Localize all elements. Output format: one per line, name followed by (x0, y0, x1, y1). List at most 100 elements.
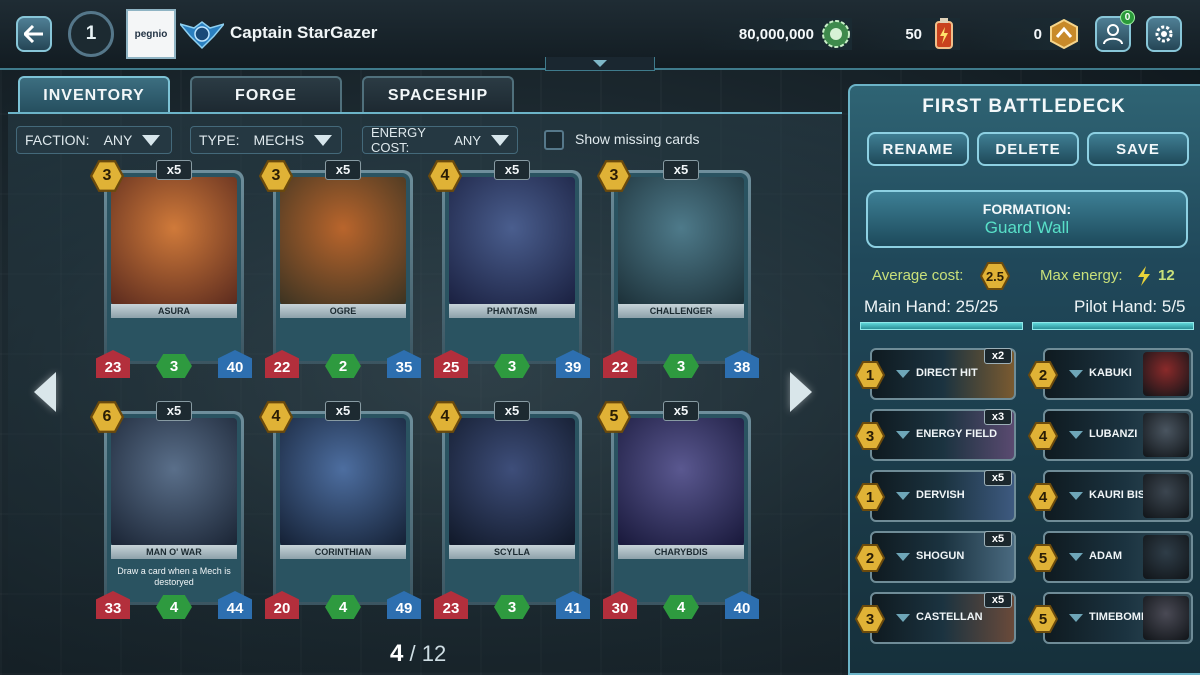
pilot-card-cost: 4 (1038, 427, 1048, 445)
pilot-deck-card[interactable]: KAURI BISHOP (1043, 470, 1193, 522)
card-frame: ASURA (104, 170, 244, 364)
main-deck-card[interactable]: CASTELLAN x5 (870, 592, 1016, 644)
main-deck-card[interactable]: ENERGY FIELD x3 (870, 409, 1016, 461)
chevron-down-icon (1069, 492, 1083, 500)
inventory-card[interactable]: PHANTASM 4 x5 25 3 39 (427, 160, 590, 382)
formation-button[interactable]: FORMATION: Guard Wall (866, 190, 1188, 248)
card-defense: 3 (494, 354, 530, 378)
main-hand-count: Main Hand: 25/25 (864, 297, 999, 316)
arrow-right-icon (790, 372, 812, 412)
back-button[interactable] (16, 16, 52, 52)
previous-page-button[interactable] (30, 370, 60, 414)
pilot-card-cost-badge: 4 (1027, 422, 1059, 450)
inventory-card[interactable]: ASURA 3 x5 23 3 40 (89, 160, 252, 382)
save-button[interactable]: SAVE (1087, 132, 1189, 166)
card-defense: 4 (325, 595, 361, 619)
arrow-left-icon (34, 372, 56, 412)
delete-button[interactable]: DELETE (977, 132, 1079, 166)
card-cost-badge: 4 (258, 401, 294, 433)
player-logo[interactable]: pegnio (126, 9, 176, 59)
chevron-down-icon (1069, 553, 1083, 561)
type-filter-value: MECHS (253, 132, 305, 148)
inventory-card[interactable]: OGRE 3 x5 22 2 35 (258, 160, 421, 382)
pilot-hand-progress-bar (1032, 322, 1194, 330)
card-count: x5 (325, 160, 361, 180)
chevron-down-icon (896, 370, 910, 378)
pilot-deck-card[interactable]: KABUKI (1043, 348, 1193, 400)
settings-button[interactable] (1146, 16, 1182, 52)
main-deck-card[interactable]: SHOGUN x5 (870, 531, 1016, 583)
energy-cost-filter-value: ANY (454, 132, 481, 148)
card-frame: SCYLLA (442, 411, 582, 605)
show-missing-checkbox[interactable] (544, 130, 564, 150)
pilot-deck-card[interactable]: ADAM (1043, 531, 1193, 583)
card-body: CHALLENGER (614, 173, 748, 361)
energy-amount: 50 (905, 25, 922, 43)
inventory-card[interactable]: CHARYBDIS 5 x5 30 4 40 (596, 401, 759, 623)
card-art (111, 418, 237, 546)
pilot-portrait (1143, 413, 1189, 457)
card-cost: 4 (440, 408, 450, 425)
rank-points-display: 0 (970, 18, 1080, 50)
card-frame: PHANTASM (442, 170, 582, 364)
type-filter[interactable]: TYPE: MECHS (190, 126, 342, 154)
tab-spaceship[interactable]: SPACESHIP (362, 76, 514, 114)
card-defense: 2 (325, 354, 361, 378)
card-frame: CORINTHIAN (273, 411, 413, 605)
pagination: 4 / 12 (390, 640, 446, 668)
deck-card-count: x5 (984, 470, 1012, 486)
chevron-down-icon (896, 492, 910, 500)
card-body: CORINTHIAN (276, 414, 410, 602)
pilot-portrait (1143, 596, 1189, 640)
dropdown-arrow-icon (314, 134, 333, 146)
pilot-card-cost: 5 (1038, 610, 1048, 628)
pilot-card-cost-badge: 5 (1027, 605, 1059, 633)
inventory-card[interactable]: CHALLENGER 3 x5 22 3 38 (596, 160, 759, 382)
card-count: x5 (663, 401, 699, 421)
top-bar-pull-tab[interactable] (545, 57, 655, 71)
card-defense: 4 (663, 595, 699, 619)
card-body: PHANTASM (445, 173, 579, 361)
main-deck-card[interactable]: DIRECT HIT x2 (870, 348, 1016, 400)
card-cost: 4 (440, 167, 450, 184)
player-logo-text: pegnio (134, 28, 168, 40)
rename-button[interactable]: RENAME (867, 132, 969, 166)
next-page-button[interactable] (786, 370, 816, 414)
card-count: x5 (325, 401, 361, 421)
card-name: PHANTASM (449, 304, 575, 318)
deck-card-cost-badge: 1 (854, 361, 886, 389)
card-name: SCYLLA (449, 545, 575, 559)
pilot-deck-card[interactable]: TIMEBOMB (1043, 592, 1193, 644)
card-defense: 3 (156, 354, 192, 378)
pilot-card-cost: 2 (1038, 366, 1048, 384)
main-hand-progress-bar (860, 322, 1023, 330)
tab-inventory[interactable]: INVENTORY (18, 76, 170, 114)
energy-cost-filter[interactable]: ENERGY COST: ANY (362, 125, 518, 155)
faction-filter[interactable]: FACTION: ANY (16, 126, 172, 154)
card-cost: 6 (102, 408, 112, 425)
pilot-card-cost: 4 (1038, 488, 1048, 506)
card-frame: MAN O' WAR Draw a card when a Mech is des… (104, 411, 244, 605)
deck-card-count: x3 (984, 409, 1012, 425)
friends-notification-badge: 0 (1120, 10, 1135, 25)
deck-card-count: x2 (984, 348, 1012, 364)
pilot-deck-card[interactable]: LUBANZI (1043, 409, 1193, 461)
card-art (449, 177, 575, 305)
deck-card-cost-badge: 2 (854, 544, 886, 572)
dropdown-arrow-icon (491, 134, 509, 146)
friends-button[interactable]: 0 (1095, 10, 1135, 52)
deck-card-count: x5 (984, 531, 1012, 547)
tab-forge[interactable]: FORGE (190, 76, 342, 114)
inventory-card[interactable]: MAN O' WAR Draw a card when a Mech is des… (89, 401, 252, 623)
show-missing-label: Show missing cards (575, 131, 700, 147)
pilot-portrait (1143, 352, 1189, 396)
pilot-card-cost-badge: 4 (1027, 483, 1059, 511)
main-deck-card[interactable]: DERVISH x5 (870, 470, 1016, 522)
credits-display: 80,000,000 (700, 18, 852, 50)
card-defense: 3 (494, 595, 530, 619)
lightning-bolt-icon (1138, 266, 1150, 286)
inventory-card[interactable]: SCYLLA 4 x5 23 3 41 (427, 401, 590, 623)
chevron-down-icon (593, 59, 607, 67)
card-name: OGRE (280, 304, 406, 318)
inventory-card[interactable]: CORINTHIAN 4 x5 20 4 49 (258, 401, 421, 623)
